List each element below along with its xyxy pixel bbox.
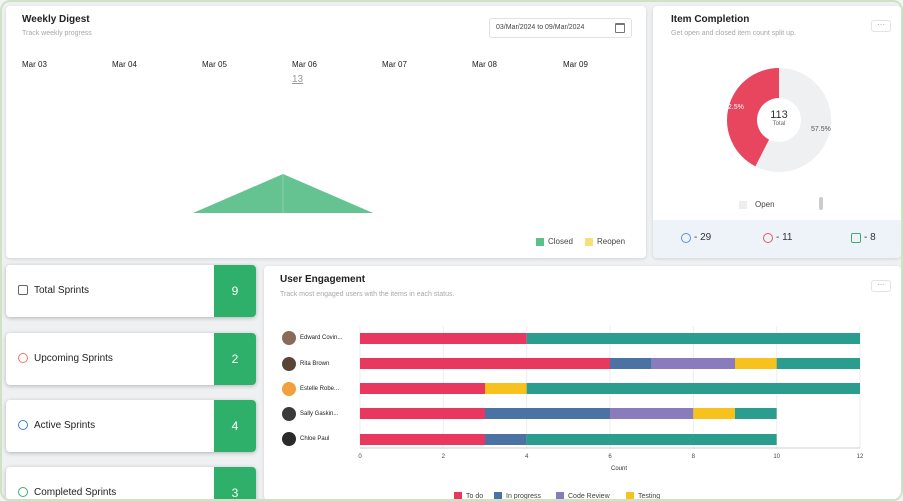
date-range-text: 03/Mar/2024 to 09/Mar/2024 <box>496 24 585 31</box>
bar-segment[interactable] <box>360 358 610 369</box>
x-tick-label: 8 <box>692 454 696 460</box>
stat-value: - 29 <box>694 232 712 243</box>
bar-segment[interactable] <box>485 434 527 445</box>
legend-label: In progress <box>506 492 542 500</box>
legend-item-reopen[interactable]: Reopen <box>585 237 625 246</box>
check-circle-icon <box>18 487 28 497</box>
check-circle-icon <box>681 232 691 243</box>
weekly-digest-card: Weekly Digest Track weekly progress 03/M… <box>6 6 646 258</box>
day-label: Mar 08 <box>472 60 497 69</box>
x-tick-label: 10 <box>773 454 780 460</box>
legend-scrollbar[interactable] <box>819 197 823 210</box>
pct-open: 57.5% <box>811 126 831 133</box>
date-range-picker[interactable]: 03/Mar/2024 to 09/Mar/2024 <box>489 18 632 38</box>
sprint-count: 3 <box>214 467 256 499</box>
stat-completed[interactable]: - 29 <box>681 232 711 243</box>
donut-total: 113 Total <box>762 109 796 127</box>
pct-closed: 42.5% <box>724 104 744 111</box>
day-label: Mar 04 <box>112 60 137 69</box>
clock-icon <box>18 353 28 363</box>
sprint-card-total[interactable]: Total Sprints 9 <box>6 265 256 317</box>
bar-segment[interactable] <box>693 408 735 419</box>
x-tick-label: 2 <box>442 454 446 460</box>
calendar-icon[interactable] <box>615 23 625 33</box>
open-swatch <box>739 200 747 209</box>
legend-item-testing[interactable]: Testing <box>626 492 661 500</box>
sprint-total-icon <box>18 285 28 295</box>
in-progress-swatch <box>494 492 502 499</box>
sprint-count: 2 <box>214 333 256 385</box>
weekly-digest-title: Weekly Digest <box>22 14 90 25</box>
sprint-count: 9 <box>214 265 256 317</box>
bar-segment[interactable] <box>526 383 860 394</box>
legend-label: Closed <box>548 237 573 246</box>
target-icon <box>18 420 28 430</box>
user-engagement-chart: 0 2 4 6 8 10 12 <box>358 326 864 460</box>
legend-item-open[interactable]: Open <box>739 200 775 209</box>
day-label: Mar 06 <box>292 60 317 69</box>
sprint-label: Active Sprints <box>34 420 96 431</box>
sprint-card-upcoming[interactable]: Upcoming Sprints 2 <box>6 333 256 385</box>
legend-label: Reopen <box>597 237 626 246</box>
completion-stats-bar: - 29 - 11 - 8 <box>653 220 901 258</box>
day-label: Mar 07 <box>382 60 407 69</box>
day-count-mar06[interactable]: 13 <box>292 74 303 85</box>
total-value: 113 <box>770 109 788 121</box>
bar-segment[interactable] <box>526 333 860 344</box>
task-icon <box>851 232 861 243</box>
code-review-swatch <box>556 492 564 499</box>
weekly-digest-chart <box>193 174 373 213</box>
bar-segment[interactable] <box>360 383 485 394</box>
bar-segment[interactable] <box>360 333 527 344</box>
legend-label: Open <box>755 200 775 209</box>
bar-segment[interactable] <box>485 383 527 394</box>
testing-swatch <box>626 492 634 499</box>
sprint-label: Total Sprints <box>34 285 90 296</box>
bar-segment[interactable] <box>735 358 777 369</box>
x-axis-label: Count <box>611 466 628 472</box>
item-completion-card: Item Completion Get open and closed item… <box>653 6 901 258</box>
dashboard-frame: Weekly Digest Track weekly progress 03/M… <box>0 0 903 501</box>
stat-value: - 8 <box>864 232 876 243</box>
stat-bugs[interactable]: - 11 <box>763 232 793 243</box>
bar-segment[interactable] <box>651 358 735 369</box>
x-tick-label: 12 <box>857 454 864 460</box>
stat-tasks[interactable]: - 8 <box>851 232 876 243</box>
x-tick-label: 6 <box>608 454 612 460</box>
bar-segment[interactable] <box>610 358 652 369</box>
bar-segment[interactable] <box>526 434 777 445</box>
weekly-digest-subtitle: Track weekly progress <box>22 30 92 37</box>
bar-segment[interactable] <box>485 408 610 419</box>
legend-label: Testing <box>638 492 661 500</box>
bar-segment[interactable] <box>610 408 694 419</box>
day-label: Mar 05 <box>202 60 227 69</box>
legend-item-closed[interactable]: Closed <box>536 237 573 246</box>
sprint-label: Upcoming Sprints <box>34 353 113 364</box>
legend-label: To do <box>466 492 484 500</box>
x-tick-label: 4 <box>525 454 529 460</box>
sprint-count: 4 <box>214 400 256 452</box>
bar-segment[interactable] <box>735 408 777 419</box>
bug-icon <box>763 232 773 243</box>
todo-swatch <box>454 492 462 499</box>
sprint-card-active[interactable]: Active Sprints 4 <box>6 400 256 452</box>
reopen-swatch <box>585 237 593 246</box>
day-label: Mar 03 <box>22 60 47 69</box>
closed-swatch <box>536 237 544 246</box>
bar-segment[interactable] <box>360 434 485 445</box>
sprint-label: Completed Sprints <box>34 487 117 498</box>
legend-item-code-review[interactable]: Code Review <box>556 492 610 500</box>
bar-segment[interactable] <box>360 408 485 419</box>
closed-area-peak[interactable] <box>193 174 373 213</box>
legend-item-todo[interactable]: To do <box>454 492 484 500</box>
x-tick-label: 0 <box>358 454 362 460</box>
legend-item-in-progress[interactable]: In progress <box>494 492 542 500</box>
bar-segment[interactable] <box>776 358 860 369</box>
user-engagement-card: User Engagement Track most engaged users… <box>264 266 901 500</box>
stat-value: - 11 <box>776 232 793 243</box>
total-label: Total <box>772 121 786 127</box>
sprint-card-completed[interactable]: Completed Sprints 3 <box>6 467 256 499</box>
day-label: Mar 09 <box>563 60 588 69</box>
legend-label: Code Review <box>568 492 610 500</box>
